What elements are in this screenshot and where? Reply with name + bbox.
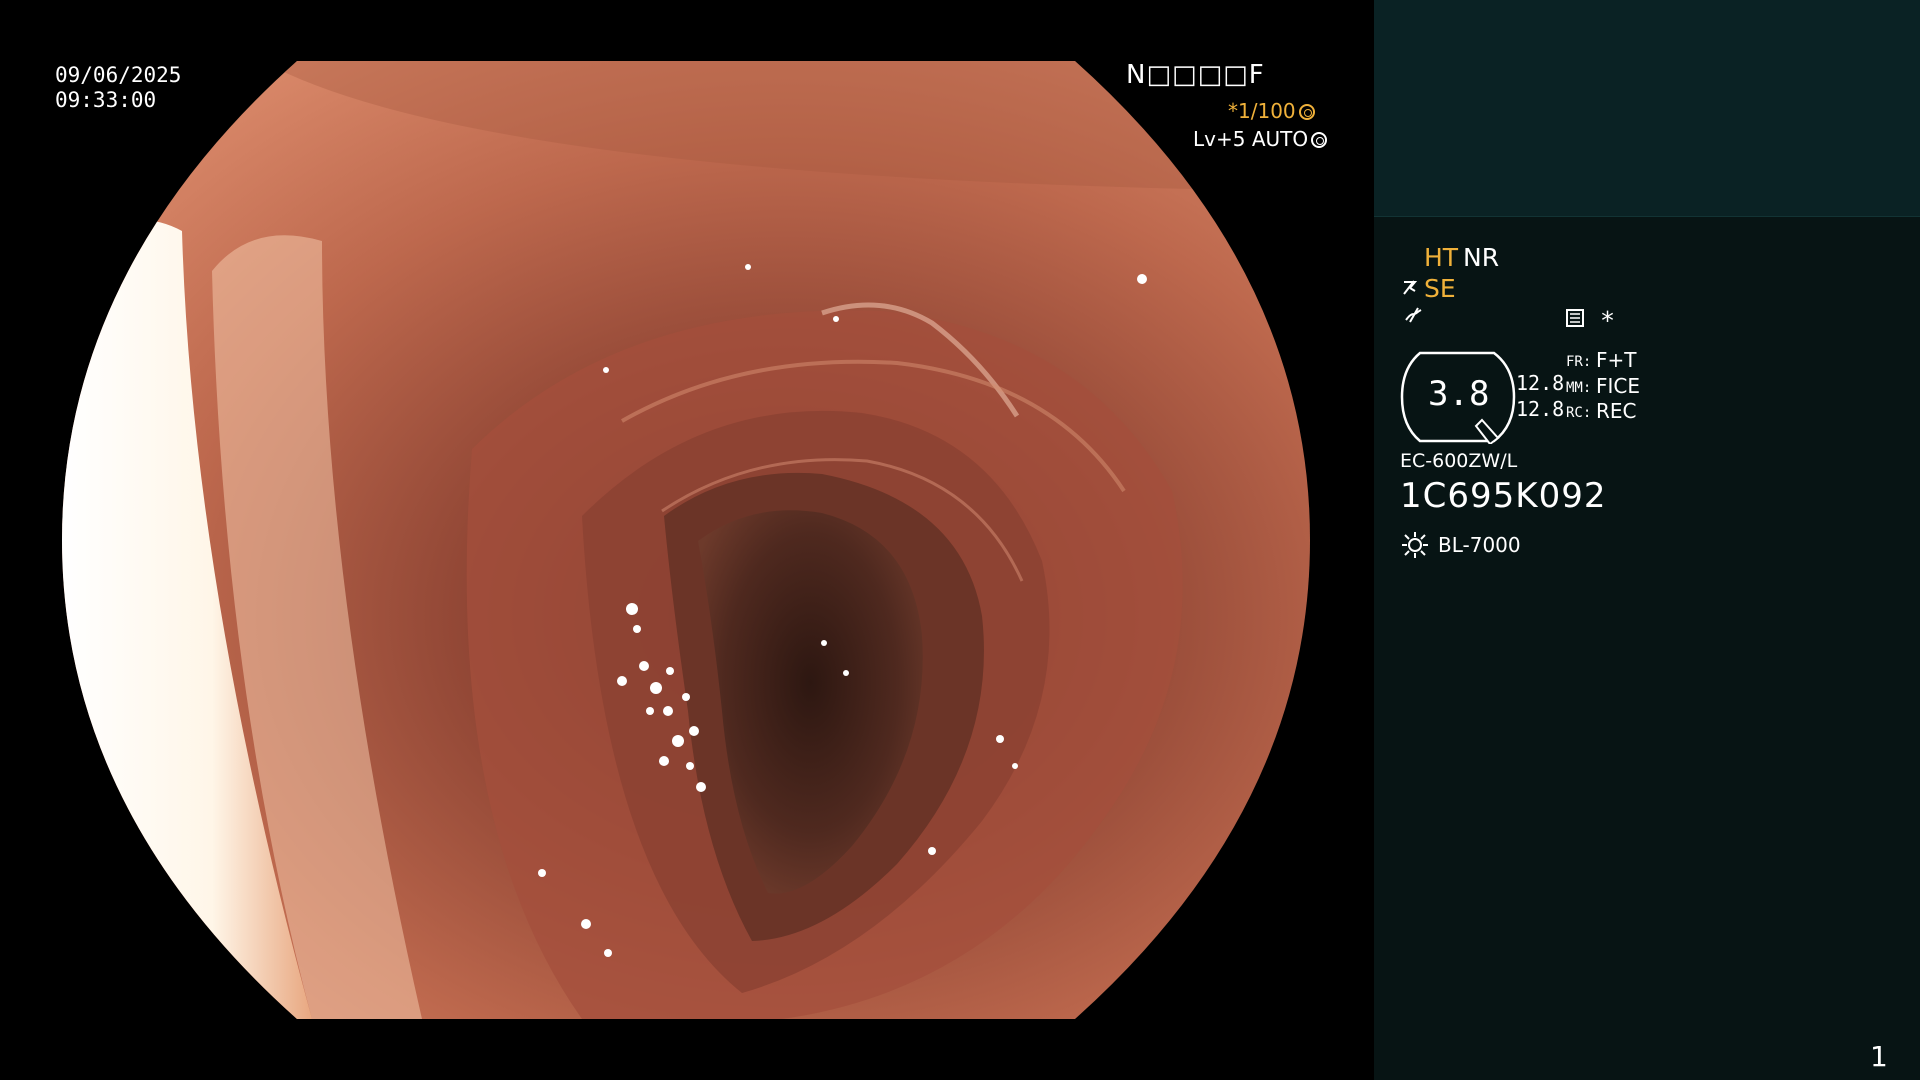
- ht-indicator: HT: [1424, 243, 1459, 272]
- mm-value: FICE: [1596, 374, 1641, 398]
- scope-serial: 1C695K092: [1400, 476, 1607, 516]
- exam-date: 09/06/2025: [55, 63, 182, 87]
- aperture-icon: [1298, 104, 1315, 120]
- waveform-icon: [1405, 307, 1422, 323]
- sun-icon: [1402, 532, 1428, 558]
- se-text: SE: [1424, 274, 1456, 303]
- magnification-value: 3.8: [1428, 374, 1490, 414]
- mm-label: MM:: [1566, 380, 1592, 396]
- asterisk-indicator: *: [1600, 306, 1616, 335]
- se-indicator: SE: [1402, 274, 1456, 303]
- scope-model: EC-600ZW/L: [1400, 450, 1518, 472]
- exam-time: 09:33:00: [55, 88, 157, 112]
- brightness-level-text: Lv+5 AUTO: [1193, 127, 1309, 151]
- rc-label: RC:: [1566, 405, 1592, 421]
- scope-tip-icon: [1403, 280, 1418, 295]
- page-number: 1: [1870, 1040, 1888, 1073]
- settings-list-icon: [1566, 309, 1584, 327]
- fr-label: FR:: [1566, 354, 1592, 370]
- side-panel-top: [1374, 0, 1920, 216]
- endoscopic-image: [62, 61, 1310, 1019]
- light-source: BL-7000: [1438, 533, 1521, 557]
- panel-divider: [1374, 216, 1920, 217]
- endoscopy-monitor: 09/06/2025 09:33:00 N□□□□F *1/100 Lv+5 A…: [0, 0, 1920, 1080]
- aperture-icon: [1311, 132, 1328, 148]
- patient-code: N□□□□F: [1126, 60, 1265, 90]
- nr-indicator: NR: [1463, 243, 1500, 272]
- value-left-1: 12.8: [1516, 371, 1565, 395]
- rc-value: REC: [1596, 399, 1637, 423]
- shutter-speed: *1/100: [1228, 99, 1315, 124]
- brightness-level: Lv+5 AUTO: [1193, 127, 1328, 152]
- fr-value: F+T: [1596, 348, 1637, 372]
- side-panel: [1374, 216, 1920, 1080]
- shutter-speed-text: *1/100: [1228, 99, 1296, 123]
- value-left-2: 12.8: [1516, 397, 1565, 421]
- colon-lumen-image: [62, 61, 1310, 1019]
